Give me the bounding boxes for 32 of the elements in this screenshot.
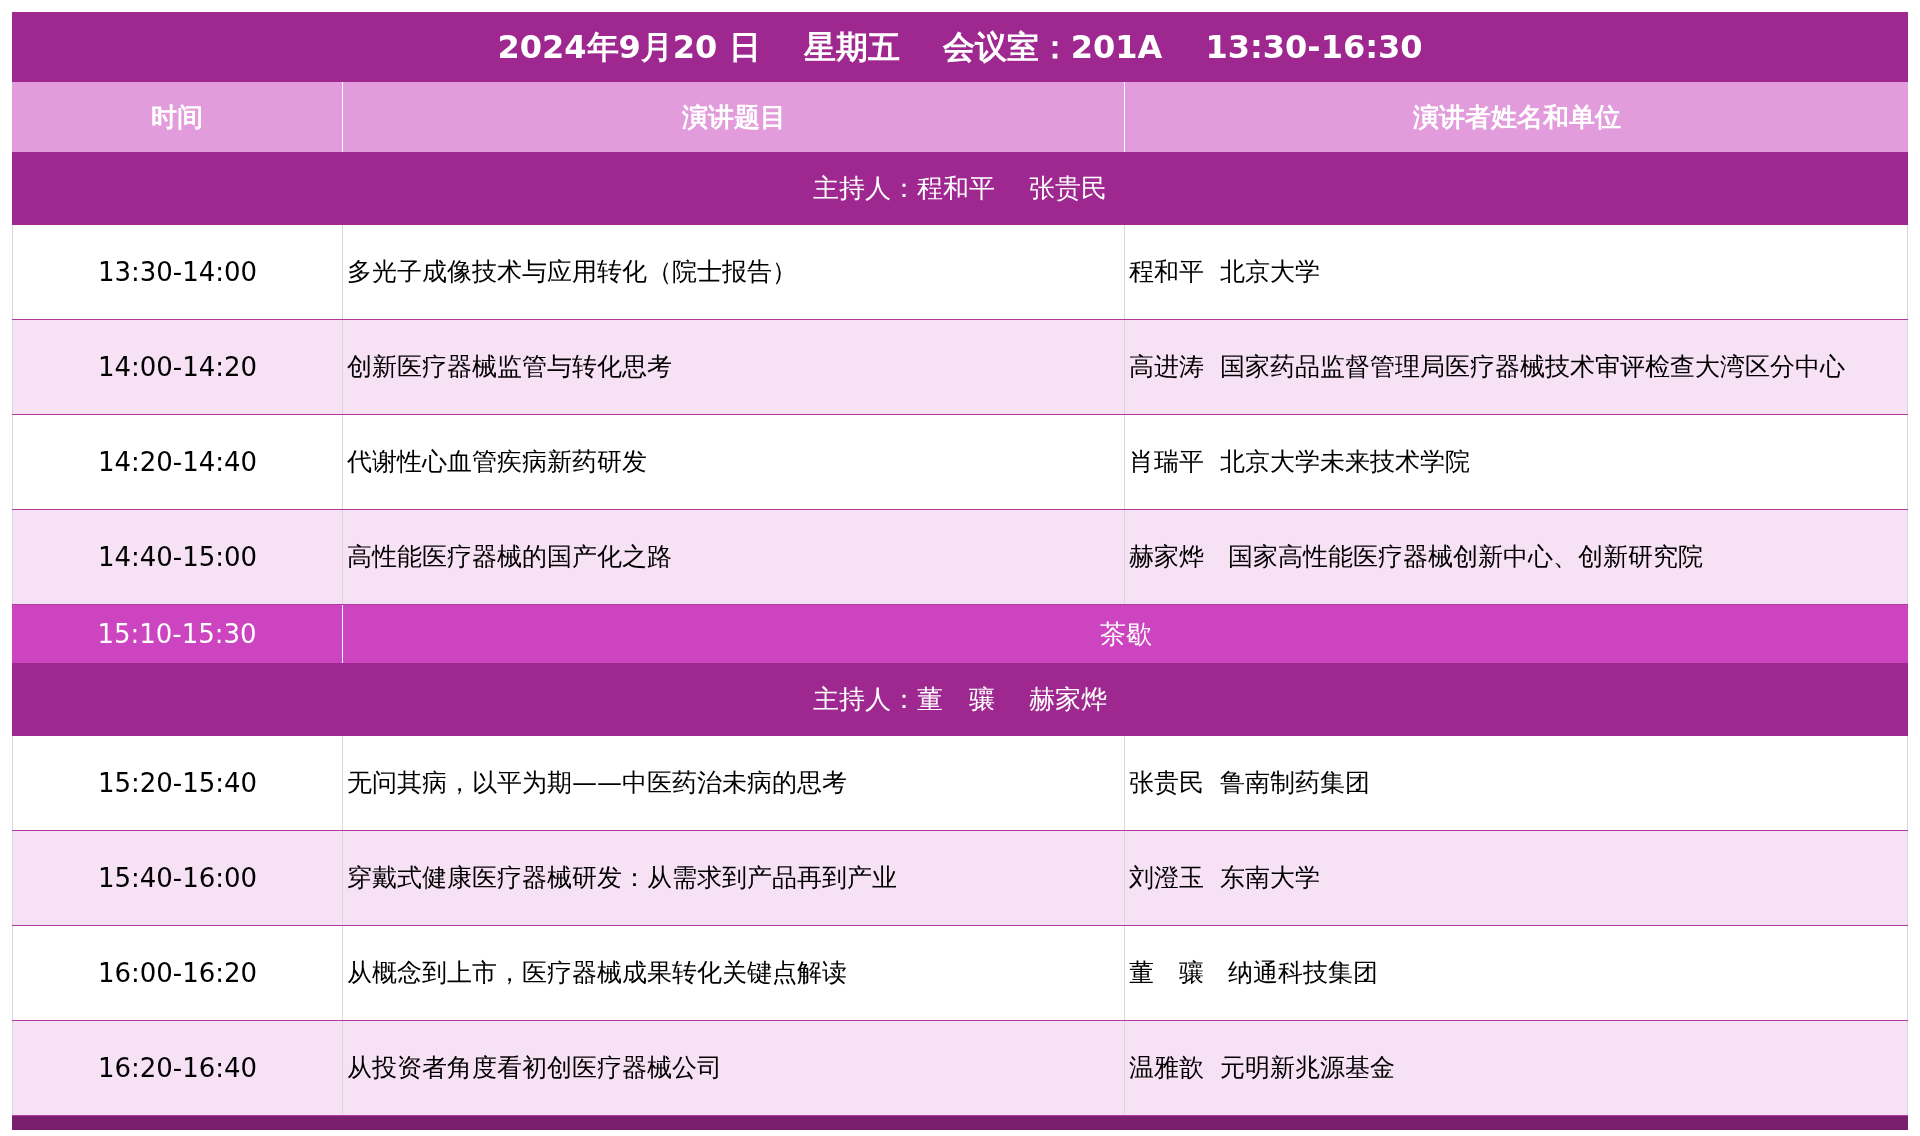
- topic-cell-text: 穿戴式健康医疗器械研发：从需求到产品再到产业: [347, 862, 897, 895]
- speaker-cell-text: 张贵民 鲁南制药集团: [1129, 767, 1370, 800]
- topic-cell-text: 多光子成像技术与应用转化（院士报告）: [347, 256, 797, 289]
- time-cell-text: 14:00-14:20: [97, 350, 258, 384]
- time-cell-text: 15:10-15:30: [97, 617, 257, 651]
- host-label: 主持人：程和平 张贵民: [812, 172, 1108, 205]
- speaker-cell-text: 温雅歆 元明新兆源基金: [1129, 1052, 1395, 1085]
- topic-cell-text: 代谢性心血管疾病新药研发: [347, 446, 647, 479]
- time-cell-text: 16:00-16:20: [97, 956, 258, 990]
- time-cell-text: 13:30-14:00: [97, 255, 258, 289]
- column-header: 演讲者姓名和单位: [1412, 100, 1621, 134]
- topic-cell-text: 创新医疗器械监管与转化思考: [347, 351, 672, 384]
- schedule-title: 2024年9月20 日 星期五 会议室：201A 13:30-16:30: [497, 27, 1423, 68]
- time-cell-text: 15:40-16:00: [97, 861, 258, 895]
- topic-cell-text: 从投资者角度看初创医疗器械公司: [347, 1052, 722, 1085]
- time-cell-text: 14:40-15:00: [97, 540, 258, 574]
- speaker-cell-text: 刘澄玉 东南大学: [1129, 862, 1320, 895]
- host-label: 主持人：董 骧 赫家烨: [812, 683, 1108, 716]
- column-header: 时间: [151, 100, 203, 134]
- speaker-cell-text: 赫家烨 国家高性能医疗器械创新中心、创新研究院: [1129, 541, 1703, 574]
- column-header: 演讲题目: [681, 100, 786, 134]
- time-cell-text: 16:20-16:40: [97, 1051, 258, 1085]
- speaker-cell-text: 高进涛 国家药品监督管理局医疗器械技术审评检查大湾区分中心: [1129, 351, 1845, 384]
- break-label: 茶歇: [1099, 617, 1152, 651]
- speaker-cell-text: 肖瑞平 北京大学未来技术学院: [1129, 446, 1470, 479]
- topic-cell-text: 高性能医疗器械的国产化之路: [347, 541, 672, 574]
- time-cell-text: 14:20-14:40: [97, 445, 258, 479]
- topic-cell-text: 从概念到上市，医疗器械成果转化关键点解读: [347, 957, 847, 990]
- topic-cell-text: 无问其病，以平为期——中医药治未病的思考: [347, 767, 847, 800]
- time-cell-text: 15:20-15:40: [97, 766, 258, 800]
- speaker-cell-text: 董 骧 纳通科技集团: [1129, 957, 1378, 990]
- speaker-cell-text: 程和平 北京大学: [1129, 256, 1320, 289]
